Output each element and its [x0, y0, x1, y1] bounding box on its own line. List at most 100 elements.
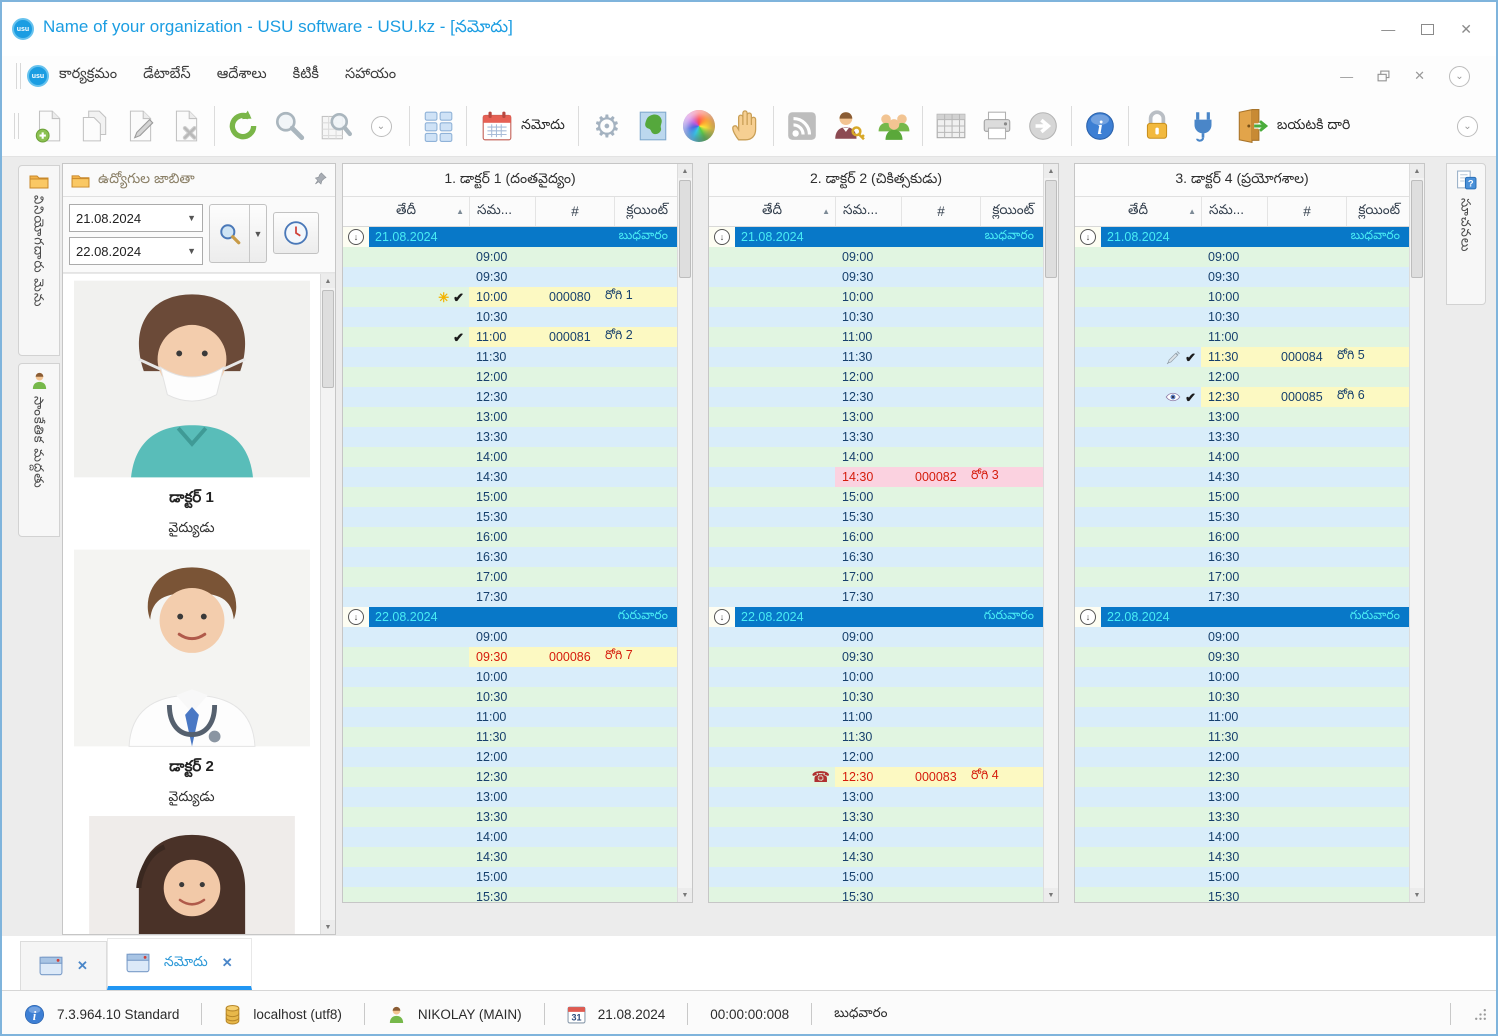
time-slot-row[interactable]: 14:00: [709, 827, 1043, 847]
time-slot-row[interactable]: 16:30: [1075, 547, 1409, 567]
time-slot-row[interactable]: 12:30: [343, 387, 677, 407]
dropdown-arrow-icon[interactable]: ▼: [187, 246, 196, 256]
time-slot-row[interactable]: 10:00: [709, 667, 1043, 687]
number-column-header[interactable]: #: [1268, 197, 1347, 226]
time-slot-row[interactable]: 15:00: [1075, 867, 1409, 887]
time-slot-row[interactable]: ✳✔10:00000080రోగి 1: [343, 287, 677, 307]
scroll-thumb[interactable]: [1411, 180, 1423, 278]
time-slot-row[interactable]: 14:00: [1075, 447, 1409, 467]
time-slot-row[interactable]: 17:30: [1075, 587, 1409, 607]
resize-grip[interactable]: [1451, 1007, 1496, 1022]
dropdown-arrow-icon[interactable]: ▼: [187, 213, 196, 223]
time-slot-row[interactable]: 14:30: [343, 467, 677, 487]
time-slot-row[interactable]: 09:00: [1075, 627, 1409, 647]
time-slot-row[interactable]: 10:30: [709, 307, 1043, 327]
time-slot-row[interactable]: 10:00: [1075, 287, 1409, 307]
hand-button[interactable]: [722, 102, 768, 150]
date-column-header[interactable]: తేదీ▲: [709, 197, 836, 226]
time-slot-row[interactable]: 09:00: [709, 247, 1043, 267]
date-from-picker[interactable]: 21.08.2024▼: [69, 204, 203, 232]
time-slot-row[interactable]: 10:30: [1075, 307, 1409, 327]
tab-hints[interactable]: ? సూచనలు: [1446, 163, 1486, 305]
time-slot-row[interactable]: ✔12:30000085రోగి 6: [1075, 387, 1409, 407]
time-slot-row[interactable]: 14:00: [343, 447, 677, 467]
time-button[interactable]: [273, 212, 319, 254]
scroll-down-button[interactable]: ▼: [1044, 888, 1058, 902]
users-group-button[interactable]: [871, 102, 917, 150]
time-slot-row[interactable]: 15:30: [709, 887, 1043, 902]
plug-button[interactable]: [1180, 102, 1226, 150]
time-slot-row[interactable]: 11:30: [343, 727, 677, 747]
time-slot-row[interactable]: 09:00: [1075, 247, 1409, 267]
time-slot-row[interactable]: 11:00: [709, 327, 1043, 347]
time-slot-row[interactable]: 17:30: [343, 587, 677, 607]
toolbar-drag-handle[interactable]: [16, 63, 21, 89]
time-slot-row[interactable]: 11:00: [709, 707, 1043, 727]
collapse-day-button[interactable]: ↓: [343, 227, 369, 247]
time-slot-row[interactable]: 10:30: [1075, 687, 1409, 707]
forward-button[interactable]: [1020, 102, 1066, 150]
time-slot-row[interactable]: 10:00: [709, 287, 1043, 307]
time-slot-row[interactable]: 15:00: [709, 487, 1043, 507]
time-slot-row[interactable]: 09:30: [709, 647, 1043, 667]
doctor-list-item[interactable]: [63, 816, 320, 934]
client-column-header[interactable]: క్లయింట్: [981, 197, 1043, 226]
time-slot-row[interactable]: 14:00: [709, 447, 1043, 467]
time-slot-row[interactable]: 11:30: [1075, 727, 1409, 747]
time-slot-row[interactable]: 13:30: [1075, 427, 1409, 447]
time-slot-row[interactable]: 15:00: [343, 867, 677, 887]
time-slot-row[interactable]: 12:00: [1075, 367, 1409, 387]
info-button[interactable]: i: [1077, 102, 1123, 150]
date-to-picker[interactable]: 22.08.2024▼: [69, 237, 203, 265]
scroll-down-button[interactable]: ▼: [1410, 888, 1424, 902]
time-slot-row[interactable]: 15:30: [1075, 507, 1409, 527]
time-slot-row[interactable]: 11:30: [709, 347, 1043, 367]
date-row[interactable]: ↓22.08.2024గురువారం: [1075, 607, 1409, 627]
color-wheel-icon[interactable]: [676, 102, 722, 150]
time-slot-row[interactable]: 15:30: [1075, 887, 1409, 902]
time-slot-row[interactable]: 12:00: [1075, 747, 1409, 767]
scroll-up-button[interactable]: ▲: [1044, 164, 1058, 178]
toolbar-drag-handle[interactable]: [14, 113, 19, 139]
time-column-header[interactable]: సమ...: [470, 197, 536, 226]
client-column-header[interactable]: క్లయింట్: [1347, 197, 1409, 226]
time-slot-row[interactable]: 17:00: [709, 567, 1043, 587]
layout-tiles-button[interactable]: [415, 102, 461, 150]
collapse-day-button[interactable]: ↓: [1075, 227, 1101, 247]
scroll-down-button[interactable]: ▼: [678, 888, 692, 902]
exit-button[interactable]: బయటకి దారి: [1226, 102, 1358, 150]
scroll-up-button[interactable]: ▲: [321, 274, 335, 288]
time-slot-row[interactable]: 10:30: [709, 687, 1043, 707]
time-slot-row[interactable]: 15:30: [343, 507, 677, 527]
time-slot-row[interactable]: 15:00: [343, 487, 677, 507]
print-button[interactable]: [974, 102, 1020, 150]
lock-button[interactable]: [1134, 102, 1180, 150]
time-slot-row[interactable]: 13:00: [343, 407, 677, 427]
menu-overflow-icon[interactable]: ⌄: [1449, 66, 1470, 87]
time-slot-row[interactable]: 17:00: [1075, 567, 1409, 587]
time-slot-row[interactable]: 14:00: [343, 827, 677, 847]
time-slot-row[interactable]: 09:30: [1075, 267, 1409, 287]
time-slot-row[interactable]: 09:30: [343, 267, 677, 287]
date-row[interactable]: ↓21.08.2024బుధవారం: [1075, 227, 1409, 247]
time-column-header[interactable]: సమ...: [1202, 197, 1268, 226]
time-slot-row[interactable]: 12:00: [343, 367, 677, 387]
time-slot-row[interactable]: 09:00: [343, 627, 677, 647]
number-column-header[interactable]: #: [536, 197, 615, 226]
doctor-list-item[interactable]: డాక్టర్ 2 వైద్యుడు: [63, 547, 320, 808]
time-slot-row[interactable]: 15:30: [343, 887, 677, 902]
time-slot-row[interactable]: 14:30000082రోగి 3: [709, 467, 1043, 487]
scroll-down-button[interactable]: ▼: [321, 920, 335, 934]
time-slot-row[interactable]: 09:30: [709, 267, 1043, 287]
toolbar-overflow-icon[interactable]: ⌄: [1457, 116, 1478, 137]
scroll-up-button[interactable]: ▲: [1410, 164, 1424, 178]
collapse-day-button[interactable]: ↓: [709, 227, 735, 247]
time-slot-row[interactable]: 13:30: [343, 807, 677, 827]
time-slot-row[interactable]: 14:30: [709, 847, 1043, 867]
tab-close-icon[interactable]: ✕: [77, 958, 88, 974]
menu-program[interactable]: కార్యక్రమం: [59, 66, 117, 86]
collapse-toolbar-icon[interactable]: ⌄: [358, 102, 404, 150]
time-column-header[interactable]: సమ...: [836, 197, 902, 226]
time-slot-row[interactable]: 12:30: [709, 387, 1043, 407]
time-slot-row[interactable]: 12:30: [343, 767, 677, 787]
